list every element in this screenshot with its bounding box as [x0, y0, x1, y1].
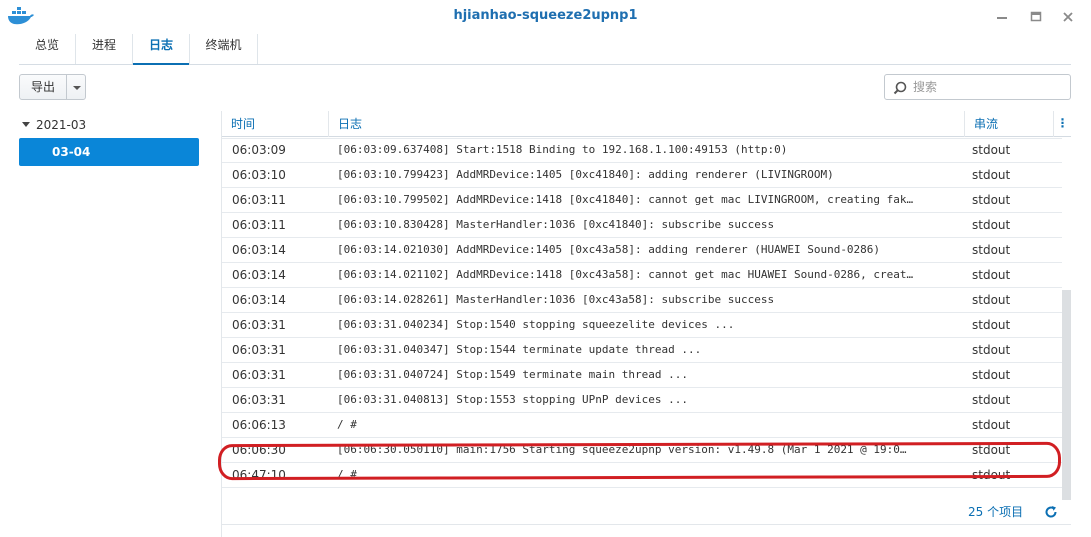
cell-stream: stdout	[972, 393, 1011, 407]
tab-process[interactable]: 进程	[76, 34, 133, 64]
cell-time: 06:03:14	[232, 293, 286, 307]
table-row[interactable]: 06:06:13 / # stdout	[222, 413, 1062, 438]
item-count: 25 个项目	[968, 505, 1024, 519]
cell-log: / #	[337, 418, 357, 431]
table-row[interactable]: 06:03:14 [06:03:14.021030] AddMRDevice:14…	[222, 238, 1062, 263]
title-bar: hjianhao-squeeze2upnp1	[0, 0, 1091, 34]
cell-stream: stdout	[972, 343, 1011, 357]
cell-time: 06:03:31	[232, 318, 286, 332]
export-button[interactable]: 导出	[19, 74, 67, 100]
search-box[interactable]	[884, 74, 1071, 100]
cell-time: 06:03:31	[232, 393, 286, 407]
cell-log: [06:03:10.799423] AddMRDevice:1405 [0xc4…	[337, 168, 834, 181]
cell-stream: stdout	[972, 143, 1011, 157]
window-title: hjianhao-squeeze2upnp1	[453, 8, 638, 23]
cell-stream: stdout	[972, 368, 1011, 382]
cell-stream: stdout	[972, 243, 1011, 257]
highlight-annotation	[217, 441, 1062, 481]
cell-time: 06:03:11	[232, 193, 286, 207]
table-row[interactable]: 06:03:10 [06:03:10.799423] AddMRDevice:14…	[222, 163, 1062, 188]
cell-log: [06:03:10.799502] AddMRDevice:1418 [0xc4…	[337, 193, 914, 206]
close-button[interactable]	[1060, 9, 1076, 25]
tab-terminal[interactable]: 终端机	[190, 34, 258, 64]
tab-bar: 总览 进程 日志 终端机	[19, 34, 1071, 65]
cell-time: 06:03:31	[232, 343, 286, 357]
table-row[interactable]: 06:03:31 [06:03:31.040234] Stop:1540 stop…	[222, 313, 1062, 338]
vertical-scrollbar[interactable]	[1062, 290, 1071, 500]
maximize-icon	[1030, 11, 1042, 22]
minimize-icon	[997, 17, 1007, 19]
tree-month-node[interactable]: 2021-03	[22, 116, 86, 134]
cell-time: 06:03:09	[232, 143, 286, 157]
cell-log: [06:03:14.021102] AddMRDevice:1418 [0xc4…	[337, 268, 914, 281]
cell-stream: stdout	[972, 218, 1011, 232]
cell-time: 06:03:14	[232, 243, 286, 257]
cell-stream: stdout	[972, 293, 1011, 307]
table-row[interactable]: 06:03:31 [06:03:31.040813] Stop:1553 stop…	[222, 388, 1062, 413]
cell-log: [06:03:10.830428] MasterHandler:1036 [0x…	[337, 218, 775, 231]
cell-time: 06:03:10	[232, 168, 286, 182]
cell-log: [06:03:31.040724] Stop:1549 terminate ma…	[337, 368, 688, 381]
cell-time: 06:03:14	[232, 268, 286, 282]
search-icon	[893, 81, 907, 95]
cell-stream: stdout	[972, 268, 1011, 282]
date-tree: 2021-03 03-04	[19, 111, 201, 537]
cell-log: [06:03:31.040813] Stop:1553 stopping UPn…	[337, 393, 688, 406]
cell-stream: stdout	[972, 168, 1011, 182]
export-dropdown-button[interactable]	[66, 74, 86, 100]
table-row[interactable]: 06:03:09 [06:03:09.637408] Start:1518 Bin…	[222, 138, 1062, 163]
caret-down-icon	[22, 122, 30, 127]
search-input[interactable]	[913, 78, 1063, 96]
close-icon	[1063, 12, 1073, 22]
tree-month-label: 2021-03	[36, 118, 87, 132]
table-row[interactable]: 06:03:11 [06:03:10.799502] AddMRDevice:14…	[222, 188, 1062, 213]
cell-stream: stdout	[972, 318, 1011, 332]
cell-time: 06:06:13	[232, 418, 286, 432]
table-row[interactable]: 06:03:11 [06:03:10.830428] MasterHandler:…	[222, 213, 1062, 238]
table-row[interactable]: 06:03:31 [06:03:31.040724] Stop:1549 term…	[222, 363, 1062, 388]
table-row[interactable]: 06:03:14 [06:03:14.028261] MasterHandler:…	[222, 288, 1062, 313]
footer-divider	[222, 524, 1071, 525]
table-row[interactable]: 06:03:14 [06:03:14.021102] AddMRDevice:14…	[222, 263, 1062, 288]
tab-overview[interactable]: 总览	[19, 34, 76, 64]
refresh-icon[interactable]	[1044, 505, 1058, 519]
cell-time: 06:03:31	[232, 368, 286, 382]
cell-log: [06:03:31.040234] Stop:1540 stopping squ…	[337, 318, 735, 331]
cell-log: [06:03:14.021030] AddMRDevice:1405 [0xc4…	[337, 243, 881, 256]
tab-log[interactable]: 日志	[133, 34, 190, 65]
maximize-button[interactable]	[1028, 9, 1044, 25]
cell-stream: stdout	[972, 418, 1011, 432]
tree-day-selected[interactable]: 03-04	[19, 138, 199, 166]
cell-stream: stdout	[972, 193, 1011, 207]
cell-log: [06:03:31.040347] Stop:1544 terminate up…	[337, 343, 702, 356]
cell-log: [06:03:09.637408] Start:1518 Binding to …	[337, 143, 788, 156]
minimize-button[interactable]	[994, 9, 1010, 25]
table-row[interactable]: 06:03:31 [06:03:31.040347] Stop:1544 term…	[222, 338, 1062, 363]
cell-time: 06:03:11	[232, 218, 286, 232]
cell-log: [06:03:14.028261] MasterHandler:1036 [0x…	[337, 293, 775, 306]
